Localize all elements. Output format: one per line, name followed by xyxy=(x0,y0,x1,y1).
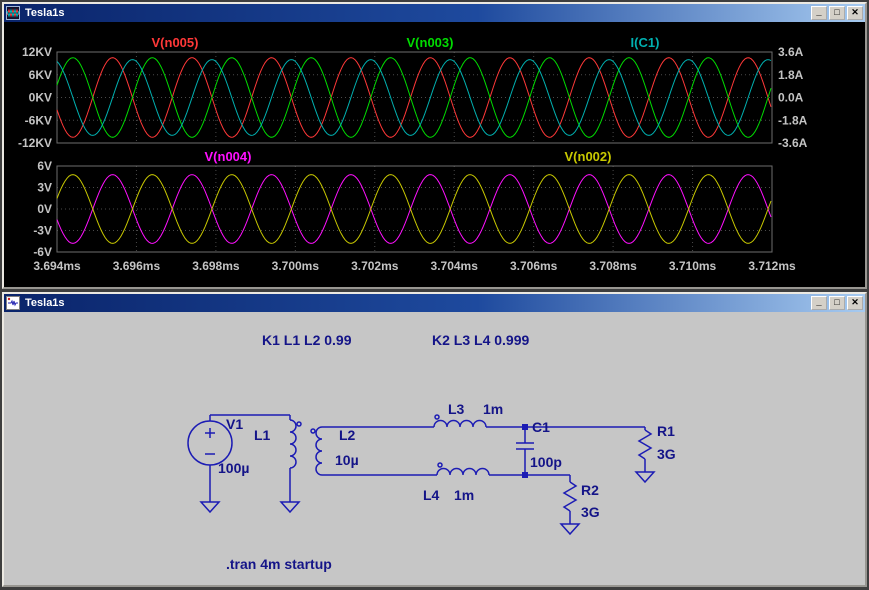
ground-symbol[interactable] xyxy=(636,472,654,482)
junction-dot xyxy=(522,472,528,478)
y-tick-label: 1.8A xyxy=(778,68,804,82)
label-l2-value[interactable]: 10µ xyxy=(335,452,359,468)
waveform-window-titlebar[interactable]: Tesla1s _ □ ✕ xyxy=(4,4,865,22)
ground-symbol[interactable] xyxy=(201,502,219,512)
y-tick-label: 6V xyxy=(37,159,52,173)
schematic-window-titlebar[interactable]: Tesla1s _ □ ✕ xyxy=(4,294,865,312)
x-tick-label: 3.704ms xyxy=(431,259,479,273)
y-tick-label: 0KV xyxy=(29,91,52,105)
label-l1-value[interactable]: 100µ xyxy=(218,460,249,476)
y-tick-label: -1.8A xyxy=(778,113,808,127)
ground-symbol[interactable] xyxy=(561,524,579,534)
component-l4[interactable] xyxy=(437,463,489,475)
label-l4-value[interactable]: 1m xyxy=(454,487,474,503)
plot-pane-border xyxy=(57,166,772,252)
y-tick-label: -6V xyxy=(33,245,52,259)
trace-label[interactable]: V(n004) xyxy=(205,149,252,164)
component-l1[interactable] xyxy=(290,420,301,468)
schematic-window-icon[interactable] xyxy=(6,296,20,310)
plot-pane-border xyxy=(57,52,772,143)
maximize-button[interactable]: □ xyxy=(829,6,845,20)
phase-dot-icon xyxy=(438,463,442,467)
waveform-plot-area[interactable]: 12KV 6KV 0KV -6KV -12KV 3.6A 1.8A 0.0A -1.8A -3.6… xyxy=(4,22,865,287)
label-c1-name[interactable]: C1 xyxy=(532,419,550,435)
directive-tran[interactable]: .tran 4m startup xyxy=(226,556,332,572)
trace-label[interactable]: I(C1) xyxy=(631,35,660,50)
label-l3-value[interactable]: 1m xyxy=(483,401,503,417)
schematic-window: Tesla1s _ □ ✕ K1 L1 L2 0.99 K2 L3 L4 0.9… xyxy=(2,292,867,587)
waveform-window: Tesla1s _ □ ✕ 12KV 6KV 0KV -6KV -12KV 3.6A 1.8… xyxy=(2,2,867,289)
waveform-plot-content: 12KV 6KV 0KV -6KV -12KV 3.6A 1.8A 0.0A -1.8A -3.6… xyxy=(4,22,865,287)
schematic-content: K1 L1 L2 0.99 K2 L3 L4 0.999 xyxy=(4,312,865,585)
minimize-button[interactable]: _ xyxy=(811,6,827,20)
waveform-window-title: Tesla1s xyxy=(22,7,809,19)
x-tick-label: 3.696ms xyxy=(113,259,161,273)
label-r2-name[interactable]: R2 xyxy=(581,482,599,498)
y-tick-label: 0.0A xyxy=(778,91,804,105)
y-tick-label: -3V xyxy=(33,224,52,238)
directive-k2[interactable]: K2 L3 L4 0.999 xyxy=(432,332,529,348)
label-r1-value[interactable]: 3G xyxy=(657,446,676,462)
y-tick-label: 12KV xyxy=(22,45,52,59)
wires[interactable] xyxy=(210,415,645,524)
phase-dot-icon xyxy=(435,415,439,419)
schematic-window-title: Tesla1s xyxy=(22,297,809,309)
x-tick-label: 3.708ms xyxy=(589,259,637,273)
schematic-canvas[interactable]: K1 L1 L2 0.99 K2 L3 L4 0.999 xyxy=(4,312,865,585)
x-tick-label: 3.694ms xyxy=(33,259,81,273)
label-l2-name[interactable]: L2 xyxy=(339,427,356,443)
x-tick-label: 3.706ms xyxy=(510,259,558,273)
label-c1-value[interactable]: 100p xyxy=(530,454,562,470)
label-l3-name[interactable]: L3 xyxy=(448,401,465,417)
component-l2[interactable] xyxy=(311,427,322,475)
x-tick-label: 3.712ms xyxy=(748,259,796,273)
phase-dot-icon xyxy=(297,422,301,426)
trace-label[interactable]: V(n005) xyxy=(152,35,199,50)
x-tick-label: 3.698ms xyxy=(192,259,240,273)
label-l1-name[interactable]: L1 xyxy=(254,427,271,443)
y-tick-label: 3V xyxy=(37,181,52,195)
trace-label[interactable]: V(n003) xyxy=(407,35,454,50)
junction-dot xyxy=(522,424,528,430)
y-tick-label: -12KV xyxy=(18,136,52,150)
label-r2-value[interactable]: 3G xyxy=(581,504,600,520)
component-r2[interactable] xyxy=(564,482,576,511)
maximize-button[interactable]: □ xyxy=(829,296,845,310)
y-tick-label: 6KV xyxy=(29,68,52,82)
y-tick-label: 3.6A xyxy=(778,45,804,59)
directive-k1[interactable]: K1 L1 L2 0.99 xyxy=(262,332,352,348)
waveform-window-icon[interactable] xyxy=(6,6,20,20)
close-button[interactable]: ✕ xyxy=(847,296,863,310)
phase-dot-icon xyxy=(311,429,315,433)
x-tick-label: 3.700ms xyxy=(272,259,320,273)
component-c1[interactable] xyxy=(516,443,534,449)
ground-symbol[interactable] xyxy=(281,502,299,512)
component-r1[interactable] xyxy=(639,430,651,459)
y-tick-label: 0V xyxy=(37,202,52,216)
label-r1-name[interactable]: R1 xyxy=(657,423,675,439)
minimize-button[interactable]: _ xyxy=(811,296,827,310)
y-tick-label: -3.6A xyxy=(778,136,808,150)
label-v1-name[interactable]: V1 xyxy=(226,416,243,432)
close-button[interactable]: ✕ xyxy=(847,6,863,20)
x-tick-label: 3.702ms xyxy=(351,259,399,273)
label-l4-name[interactable]: L4 xyxy=(423,487,440,503)
y-tick-label: -6KV xyxy=(25,113,52,127)
x-tick-label: 3.710ms xyxy=(669,259,717,273)
trace-label[interactable]: V(n002) xyxy=(565,149,612,164)
